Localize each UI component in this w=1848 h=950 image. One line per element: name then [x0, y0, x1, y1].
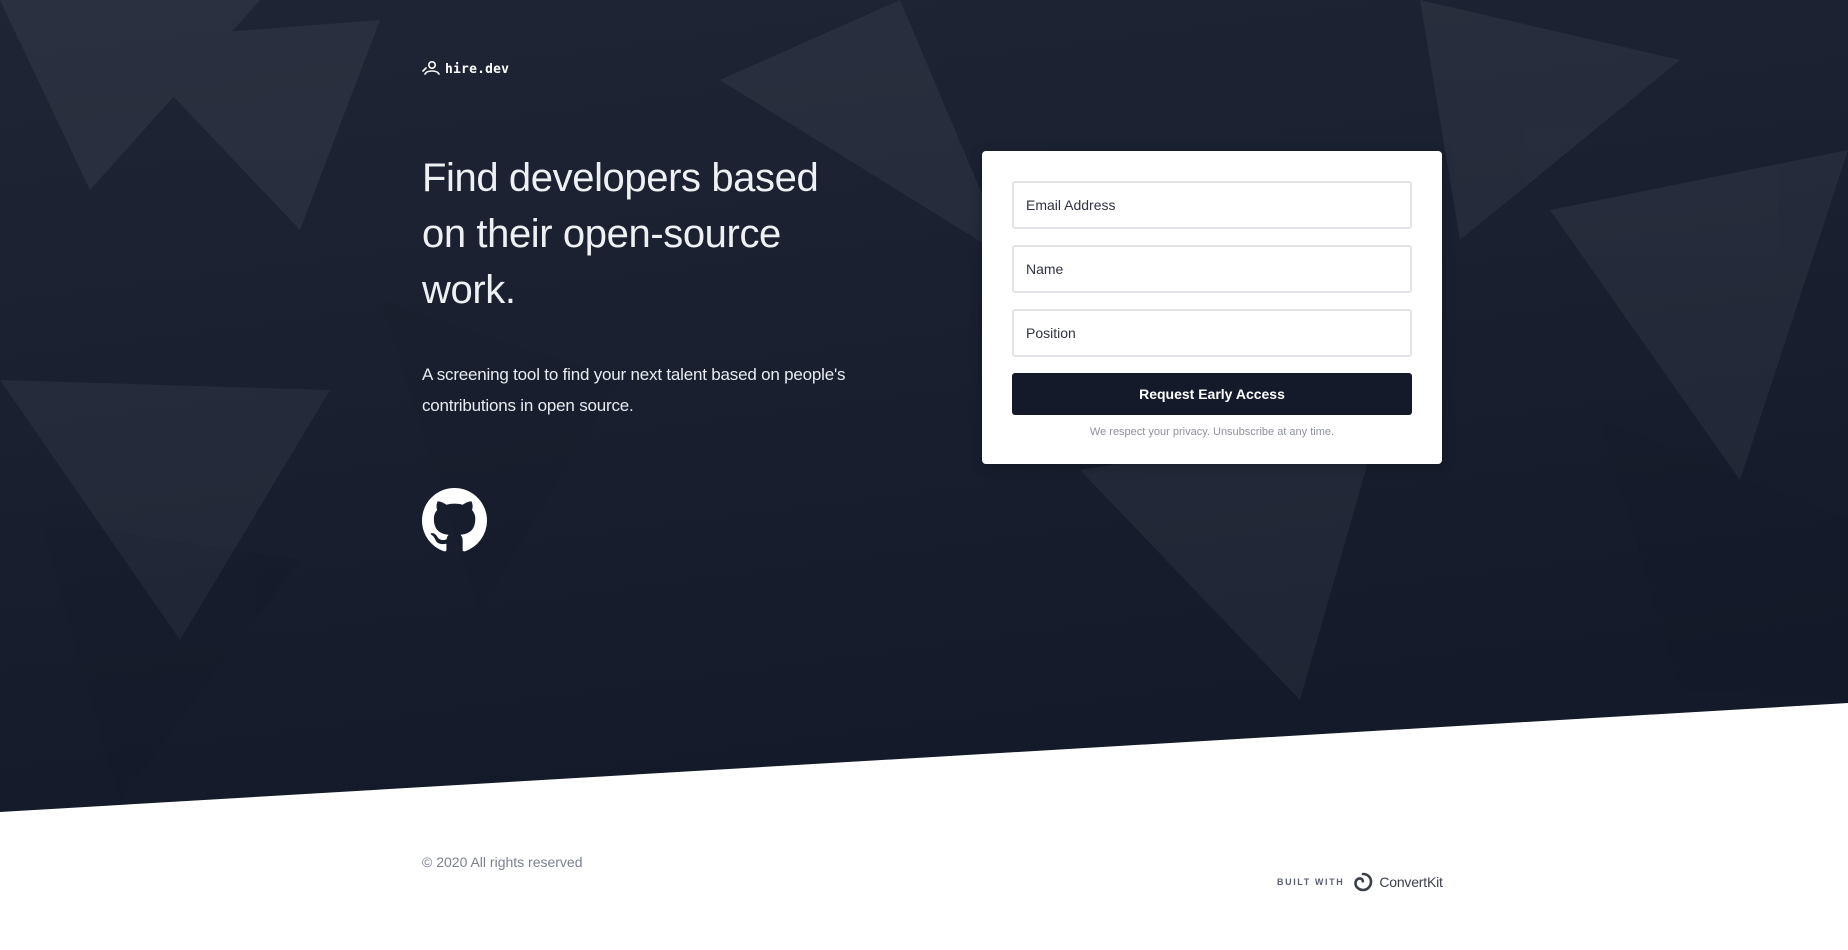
convertkit-icon	[1354, 872, 1373, 892]
convertkit-brand: ConvertKit	[1379, 874, 1443, 890]
request-early-access-button[interactable]: Request Early Access	[1012, 373, 1412, 415]
person-signal-icon	[422, 60, 440, 75]
built-with-label: BUILT WITH	[1277, 877, 1345, 887]
signup-card: Request Early Access We respect your pri…	[982, 151, 1442, 464]
name-field[interactable]	[1012, 245, 1412, 293]
brand-logo[interactable]: hire.dev	[422, 60, 509, 78]
brand-name: hire.dev	[445, 61, 510, 77]
built-with-convertkit-link[interactable]: BUILT WITH ConvertKit	[1277, 871, 1443, 893]
hero-headline: Find developers based on their open-sour…	[422, 156, 819, 312]
hero-subtext: A screening tool to find your next talen…	[422, 365, 846, 415]
position-field[interactable]	[1012, 309, 1412, 357]
email-field[interactable]	[1012, 181, 1412, 229]
github-icon[interactable]	[422, 488, 487, 553]
privacy-note: We respect your privacy. Unsubscribe at …	[1089, 426, 1335, 438]
copyright-text: © 2020 All rights reserved	[422, 854, 583, 870]
